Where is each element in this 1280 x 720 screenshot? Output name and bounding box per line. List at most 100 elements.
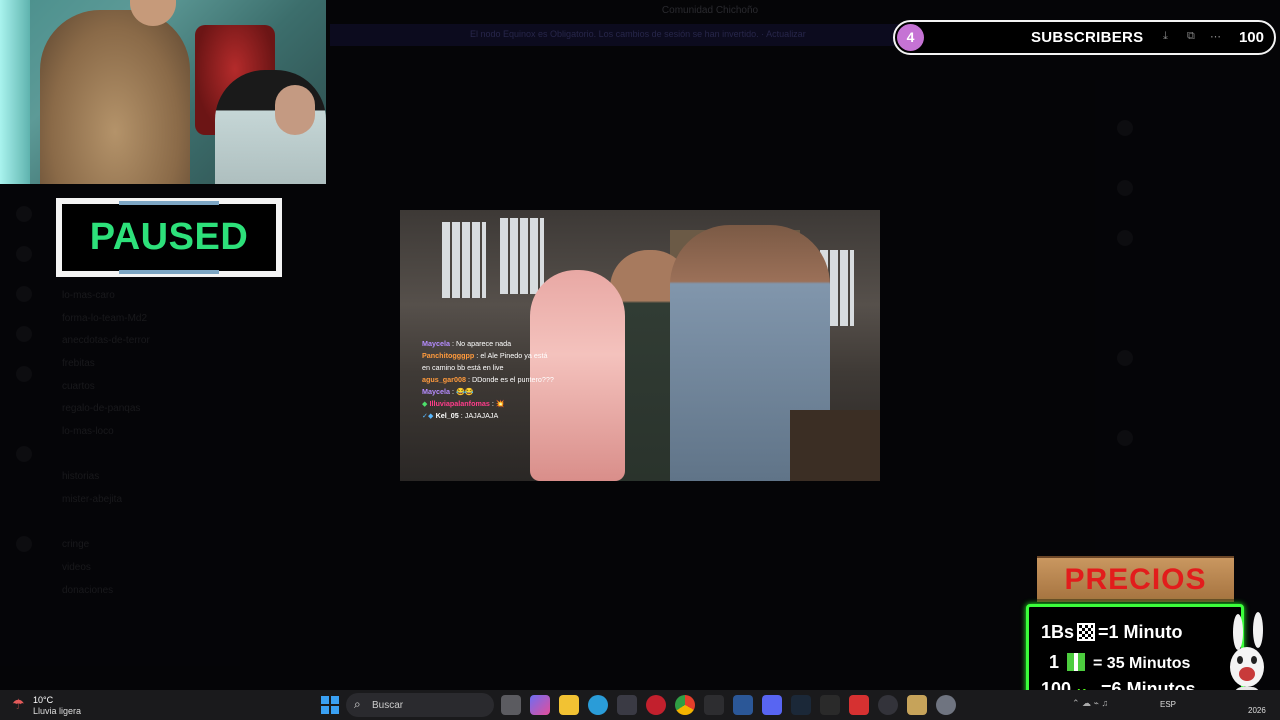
system-tray-icons[interactable]: ⌃ ☁ ⌁ ♫ — [1072, 698, 1108, 709]
server-icon — [16, 536, 32, 552]
member-avatar — [1117, 430, 1133, 446]
edge-browser-icon[interactable] — [588, 695, 608, 715]
channel-item: videos — [62, 562, 91, 573]
epic-games-icon[interactable] — [820, 695, 840, 715]
paused-frame: PAUSED — [62, 201, 276, 274]
download-icon: ⤓ — [1163, 30, 1168, 42]
copilot-icon[interactable] — [530, 695, 550, 715]
price-row: 1Bs =1 Minuto — [1041, 622, 1183, 643]
subscriber-goal: 100 — [1238, 29, 1264, 46]
chat-user: Illuviapalanfomas — [429, 399, 490, 408]
server-icon — [16, 286, 32, 302]
price-value: =1 Minuto — [1098, 622, 1183, 642]
chat-text: No aparece nada — [455, 339, 512, 348]
chat-text: 😂😂 — [455, 387, 474, 396]
recording-app-icon[interactable] — [849, 695, 869, 715]
word-icon[interactable] — [733, 695, 753, 715]
paused-label: PAUSED — [89, 216, 249, 258]
chat-message: Panchitogggpp : el Ale Pinedo ya está en… — [422, 351, 548, 372]
badge-icon: ✓◆ — [422, 411, 434, 420]
chrome-icon[interactable] — [675, 695, 695, 715]
channel-item: cringe — [62, 539, 90, 550]
webcam-face — [275, 85, 315, 135]
file-explorer-icon[interactable] — [559, 695, 579, 715]
app-icon[interactable] — [907, 695, 927, 715]
subscriber-goal-bar: 4 SUBSCRIBERS ⤓ ⧉ ⋯ 100 — [893, 20, 1276, 55]
webcam-person — [40, 10, 190, 184]
member-avatar — [1117, 180, 1133, 196]
channel-item: forma-lo-team-Md2 — [62, 313, 148, 324]
start-button[interactable] — [321, 696, 339, 714]
more-icon: ⋯ — [1210, 31, 1221, 43]
discord-icon[interactable] — [762, 695, 782, 715]
channel-item: historias — [62, 471, 100, 482]
taskbar: ☂ 10°C Lluvia ligera ⌕ Buscar ⌃ ☁ ⌁ ♫ ES… — [0, 690, 1280, 720]
precios-banner: PRECIOS — [1037, 556, 1234, 602]
chat-overlay: Maycela : No aparece nada Panchitogggpp … — [422, 338, 557, 422]
server-icon — [16, 206, 32, 222]
channel-item: mister-abejita — [62, 494, 123, 505]
video-table — [790, 410, 880, 481]
search-icon: ⌕ — [354, 697, 361, 711]
chat-message: agus_gar008 : DDonde es el puntero??? — [422, 375, 554, 384]
price-amount: 1Bs — [1041, 622, 1075, 642]
subscriber-label: SUBSCRIBERS — [1031, 29, 1144, 46]
chat-user: Kel_05 — [435, 411, 459, 420]
chat-user: agus_gar008 — [422, 375, 466, 384]
channel-item: regalo-de-panqas — [62, 403, 141, 414]
chat-user: Panchitogggpp — [422, 351, 475, 360]
qr-icon — [1077, 623, 1096, 641]
price-row: 1 = 35 Minutos — [1049, 652, 1190, 673]
chat-text: JAJAJAJA — [464, 411, 499, 420]
settings-icon[interactable] — [936, 695, 956, 715]
store-icon[interactable] — [617, 695, 637, 715]
chat-message: ✓◆ Kel_05 : JAJAJAJA — [422, 411, 499, 420]
channel-item: lo-mas-loco — [62, 426, 114, 437]
capcut-icon[interactable] — [704, 695, 724, 715]
subscriber-count: 4 — [897, 24, 924, 51]
member-avatar — [1117, 230, 1133, 246]
background-titlebar: Comunidad Chichoño — [330, 0, 1090, 22]
obs-icon[interactable] — [878, 695, 898, 715]
server-icon — [16, 446, 32, 462]
task-view-icon[interactable] — [501, 695, 521, 715]
webcam-light — [0, 0, 30, 184]
price-amount: 1 — [1049, 652, 1060, 672]
chat-user: Maycela — [422, 387, 450, 396]
badge-icon: ◆ — [422, 399, 428, 408]
language-indicator[interactable]: ESP — [1160, 700, 1176, 709]
server-icon — [16, 326, 32, 342]
clock[interactable]: 2026 — [1248, 706, 1266, 715]
taskbar-search[interactable]: ⌕ Buscar — [346, 693, 494, 717]
video-window — [442, 222, 486, 298]
server-icon — [16, 366, 32, 382]
paused-indicator: PAUSED — [56, 198, 282, 277]
weather-rain-icon: ☂ — [12, 696, 25, 712]
price-value: = 35 Minutos — [1093, 655, 1191, 672]
search-placeholder: Buscar — [372, 700, 404, 711]
channel-item: cuartos — [62, 381, 95, 392]
channel-item: lo-mas-caro — [62, 290, 115, 301]
precios-title: PRECIOS — [1064, 563, 1207, 596]
channel-item: anecdotas-de-terror — [62, 335, 150, 346]
video-window — [500, 218, 544, 294]
chat-message: Maycela : 😂😂 — [422, 387, 474, 396]
server-icon — [16, 246, 32, 262]
opera-icon[interactable] — [646, 695, 666, 715]
background-title: Comunidad Chichoño — [661, 5, 759, 16]
popout-icon: ⧉ — [1187, 30, 1195, 42]
weather-condition: Lluvia ligera — [33, 706, 82, 716]
channel-item: donaciones — [62, 585, 114, 596]
chat-text: 💥 — [495, 399, 505, 408]
chat-user: Maycela — [422, 339, 450, 348]
gift-icon — [1067, 653, 1086, 671]
member-avatar — [1117, 120, 1133, 136]
member-avatar — [1117, 350, 1133, 366]
webcam-feed — [0, 0, 326, 184]
weather-temperature: 10°C — [33, 695, 54, 705]
video-player[interactable]: Maycela : No aparece nada Panchitogggpp … — [400, 210, 880, 481]
chat-text: DDonde es el puntero??? — [471, 375, 554, 384]
channel-item: frebitas — [62, 358, 95, 369]
steam-icon[interactable] — [791, 695, 811, 715]
chat-message: Maycela : No aparece nada — [422, 339, 512, 348]
